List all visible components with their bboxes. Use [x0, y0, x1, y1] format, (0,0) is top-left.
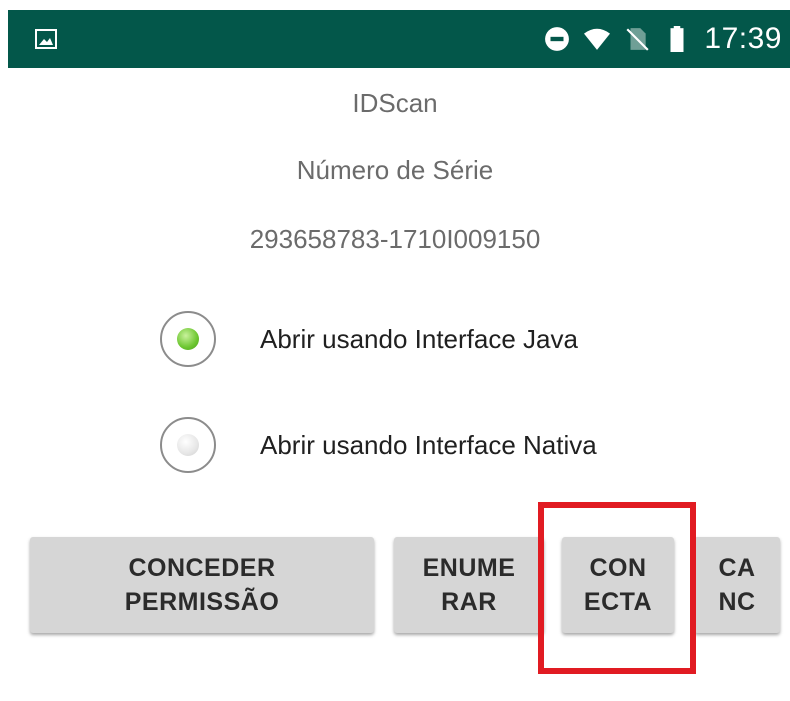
- radio-label-java[interactable]: Abrir usando Interface Java: [260, 324, 578, 355]
- status-time: 17:39: [704, 22, 782, 55]
- no-sim-icon: [626, 28, 650, 51]
- radio-button-unselected[interactable]: [160, 417, 216, 473]
- radio-dot: [177, 434, 199, 456]
- do-not-disturb-icon: [545, 27, 570, 51]
- app-name: IDScan: [352, 88, 438, 118]
- conecta-button[interactable]: CON ECTA: [562, 537, 674, 633]
- radio-dot: [177, 328, 199, 350]
- cancelar-button[interactable]: CA NC: [694, 537, 780, 633]
- wifi-icon: [584, 28, 611, 50]
- radio-button-selected[interactable]: [160, 311, 216, 367]
- radio-label-nativa[interactable]: Abrir usando Interface Nativa: [260, 430, 597, 461]
- radio-option-nativa[interactable]: Abrir usando Interface Nativa: [160, 415, 597, 475]
- serial-number-label: Número de Série: [296, 155, 494, 185]
- status-bar: 17:39: [8, 10, 790, 68]
- radio-option-java[interactable]: Abrir usando Interface Java: [160, 309, 578, 369]
- battery-icon: [670, 26, 684, 52]
- enumerar-button[interactable]: ENUME RAR: [394, 537, 544, 633]
- serial-number-value: 293658783-1710I009150: [249, 224, 541, 254]
- image-icon: [35, 29, 57, 49]
- conceder-permissao-button[interactable]: CONCEDER PERMISSÃO: [30, 537, 374, 633]
